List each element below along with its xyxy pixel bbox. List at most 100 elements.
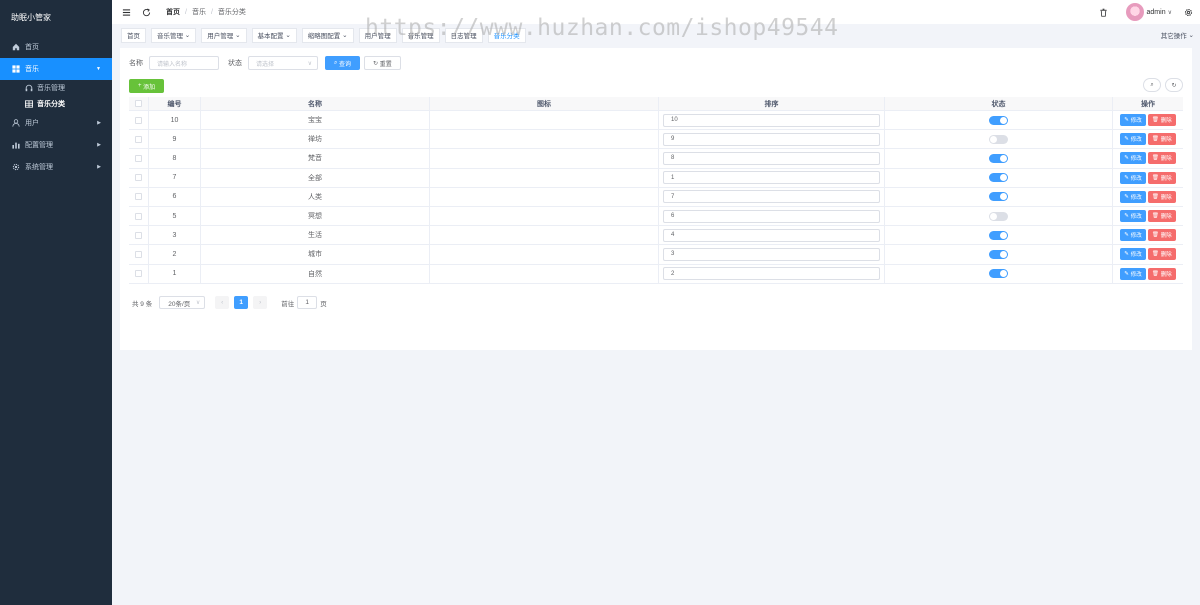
delete-button[interactable]: 🗑 删除 [1147,171,1176,184]
edit-button[interactable]: ✎ 修改 [1120,171,1146,184]
page-size-select[interactable]: 20条/页 ∨ [159,296,206,309]
page-number-current[interactable]: 1 [234,296,249,309]
avatar[interactable] [1125,3,1144,21]
edit-button[interactable]: ✎ 修改 [1120,152,1146,165]
tag-music-manage[interactable]: 音乐管理 ⌄ [151,27,197,43]
row-checkbox[interactable] [135,174,142,182]
row-select-cell [129,149,149,168]
row-checkbox[interactable] [135,231,142,239]
tag-user-manage[interactable]: 用户管理 ⌄ [201,27,247,43]
goto-page-input[interactable]: 1 [297,296,318,309]
edit-button[interactable]: ✎ 修改 [1120,229,1146,242]
status-switch[interactable] [989,211,1008,221]
prev-page-button[interactable]: ‹ [215,296,230,309]
trash-icon[interactable] [1098,6,1110,18]
button-label: 修改 [1130,233,1142,240]
sidebar-item-user[interactable]: 用户 ▶ [0,112,112,134]
sort-input[interactable]: 9 [663,132,880,146]
tag-home[interactable]: 首页 [121,27,146,43]
status-switch[interactable] [989,115,1008,125]
delete-button[interactable]: 🗑 删除 [1147,267,1176,280]
status-switch[interactable] [989,192,1008,202]
tag-basic-config[interactable]: 基本配置 ⌄ [251,27,297,43]
ops-cell: ✎ 修改 🗑 删除 [1113,207,1183,225]
sidebar-item-home[interactable]: 首页 [0,36,112,58]
tag-thumbnail-config[interactable]: 缩略图配置 ⌄ [301,27,354,43]
edit-button[interactable]: ✎ 修改 [1120,114,1146,127]
settings-gear-icon[interactable] [1182,6,1194,18]
delete-button[interactable]: 🗑 删除 [1147,133,1176,146]
sort-input[interactable]: 7 [663,190,880,204]
row-checkbox[interactable] [135,116,142,124]
menu-toggle-icon[interactable] [120,6,132,18]
status-select[interactable]: 请选择 ∨ [248,56,318,70]
toggle-search-button[interactable]: ⌕ [1143,78,1161,92]
sidebar-item-label: 音乐管理 [37,85,65,92]
edit-button[interactable]: ✎ 修改 [1120,190,1146,203]
id-cell: 9 [149,130,201,149]
sidebar-item-config[interactable]: 配置管理 ▶ [0,134,112,156]
sidebar-item-system[interactable]: 系统管理 ▶ [0,156,112,178]
row-checkbox[interactable] [135,212,142,220]
add-button[interactable]: + 添加 [129,79,165,93]
page-unit: 页 [320,300,327,308]
button-label: 查询 [339,61,352,68]
delete-button[interactable]: 🗑 删除 [1147,248,1176,261]
sort-input[interactable]: 6 [663,209,880,223]
row-checkbox[interactable] [135,193,142,201]
sort-input[interactable]: 3 [663,247,880,261]
status-cell [885,168,1113,187]
icon-cell [430,111,659,130]
next-page-button[interactable]: › [253,296,268,309]
status-switch[interactable] [989,173,1008,183]
breadcrumb-item[interactable]: 首页 [166,7,180,17]
name-search-input[interactable]: 请输入名称 [149,56,219,70]
table-row: 5 冥想 6 ✎ 修改 🗑 删除 [129,206,1183,227]
sort-input[interactable]: 1 [663,171,880,185]
other-operations[interactable]: 其它操作 ⌄ [1161,24,1194,46]
name-cell: 人类 [201,187,430,206]
sort-input[interactable]: 2 [663,267,880,281]
status-switch[interactable] [989,230,1008,240]
reset-button[interactable]: ↻ 重置 [364,56,401,70]
sidebar-item-music[interactable]: 音乐 ▼ [0,58,112,80]
delete-button[interactable]: 🗑 删除 [1147,229,1176,242]
row-checkbox[interactable] [135,135,142,143]
sort-value: 1 [671,174,675,181]
chevron-down-icon[interactable]: ∨ [1168,9,1172,16]
table-header: 编号 名称 图标 排序 状态 操作 [129,97,1183,111]
sort-input[interactable]: 8 [663,151,880,165]
edit-button[interactable]: ✎ 修改 [1120,248,1146,261]
sort-value: 4 [671,232,675,239]
sort-input[interactable]: 4 [663,228,880,242]
ops-cell: ✎ 修改 🗑 删除 [1113,245,1183,263]
delete-button[interactable]: 🗑 删除 [1147,210,1176,223]
refresh-table-button[interactable]: ↻ [1165,78,1183,92]
refresh-icon[interactable] [140,6,152,18]
row-checkbox[interactable] [135,154,142,162]
delete-button[interactable]: 🗑 删除 [1147,152,1176,165]
user-name[interactable]: admin [1147,9,1166,16]
status-switch[interactable] [989,269,1008,279]
column-header: 编号 [149,97,201,110]
data-table: 编号 名称 图标 排序 状态 操作 10 宝宝 10 ✎ 修改 🗑 删除 9 禅坊 9 ✎ 修改 🗑 删除… [129,97,1183,284]
sort-input[interactable]: 10 [663,113,880,127]
edit-button[interactable]: ✎ 修改 [1120,133,1146,146]
delete-button[interactable]: 🗑 删除 [1147,114,1176,127]
sidebar-item-music-manage[interactable]: 音乐管理 [0,80,112,96]
query-button[interactable]: ⌕ 查询 [325,56,361,70]
status-switch[interactable] [989,249,1008,259]
status-switch[interactable] [989,153,1008,163]
sidebar-item-music-category[interactable]: 音乐分类 [0,96,112,112]
status-switch[interactable] [989,134,1008,144]
row-checkbox[interactable] [135,250,142,258]
table-row: 8 梵音 8 ✎ 修改 🗑 删除 [129,149,1183,169]
edit-button[interactable]: ✎ 修改 [1120,267,1146,280]
sort-value: 7 [671,193,675,200]
row-checkbox[interactable] [135,270,142,278]
status-cell [885,111,1113,130]
select-all-checkbox[interactable] [135,100,142,107]
edit-button[interactable]: ✎ 修改 [1120,210,1146,223]
delete-button[interactable]: 🗑 删除 [1147,190,1176,203]
delete-icon: 🗑 [1151,270,1159,277]
